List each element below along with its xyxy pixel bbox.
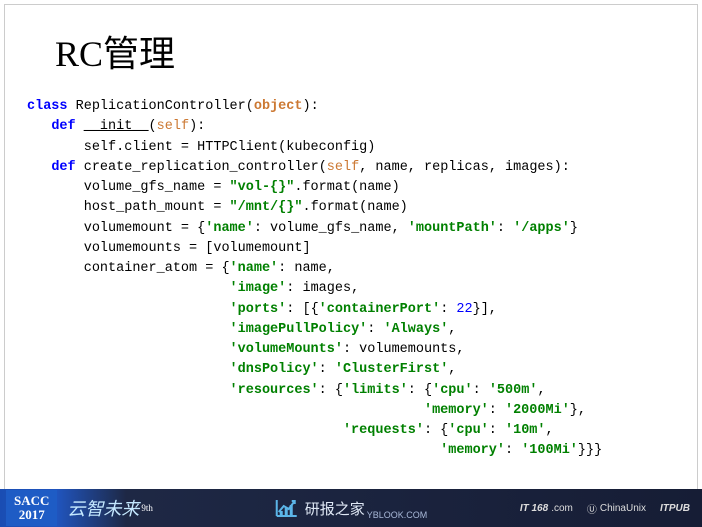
code-text: },: [570, 403, 586, 418]
init-body: self.client = HTTPClient(kubeconfig): [84, 140, 376, 155]
dict-key: 'containerPort': [319, 302, 441, 317]
dict-key: 'cpu': [432, 383, 473, 398]
footer-right-logos: IT 168.com Ⓤ ChinaUnix ITPUB: [520, 501, 690, 516]
code-text: ,: [546, 423, 554, 438]
itpub-logo: ITPUB: [660, 503, 690, 514]
chart-icon: [275, 498, 299, 518]
code-text: }],: [473, 302, 497, 317]
code-text: .format(name): [294, 180, 399, 195]
code-text: :: [497, 221, 513, 236]
footer-center-logo: 研报之家 YBLOOK.COM: [275, 496, 428, 520]
code-text: : [{: [286, 302, 318, 317]
code-text: volumemounts = [volumemount]: [84, 241, 311, 256]
chinaunix-logo: Ⓤ ChinaUnix: [587, 501, 646, 516]
init-method: __init__: [84, 119, 149, 134]
param-self: self: [327, 160, 359, 175]
footer-center-sub: YBLOOK.COM: [367, 510, 428, 520]
code-text: host_path_mount =: [84, 200, 230, 215]
footer-th: 9th: [141, 503, 153, 513]
it168-text: IT 168: [520, 503, 548, 514]
code-text: }: [570, 221, 578, 236]
code-text: : volume_gfs_name,: [254, 221, 408, 236]
dict-key: 'imagePullPolicy': [230, 322, 368, 337]
string-literal: 'ClusterFirst': [335, 362, 448, 377]
code-text: : images,: [286, 281, 359, 296]
code-text: volumemount = {: [84, 221, 206, 236]
sacc-logo: SACC 2017: [6, 490, 57, 527]
class-name: ReplicationController: [76, 99, 246, 114]
func-params: , name, replicas, images: [359, 160, 553, 175]
code-text: :: [473, 383, 489, 398]
footer-bar: SACC 2017 云智未来 9th 研报之家 YBLOOK.COM IT 16…: [0, 489, 702, 527]
dict-key: 'image': [230, 281, 287, 296]
dict-key: 'resources': [230, 383, 319, 398]
footer-chinese-text: 云智未来: [67, 495, 139, 521]
slide-container: RC管理 class ReplicationController(object)…: [4, 4, 698, 523]
code-block: class ReplicationController(object): def…: [5, 77, 697, 462]
code-text: :: [367, 322, 383, 337]
it168-suffix: .com: [551, 503, 573, 514]
string-literal: "vol-{}": [230, 180, 295, 195]
it168-logo: IT 168.com: [520, 503, 573, 514]
code-text: ,: [448, 322, 456, 337]
sacc-text: SACC: [14, 494, 49, 508]
code-text: : {: [424, 423, 448, 438]
string-literal: '/apps': [513, 221, 570, 236]
code-text: ,: [537, 383, 545, 398]
chinaunix-text: ChinaUnix: [600, 503, 646, 514]
string-literal: '500m': [489, 383, 538, 398]
param-self: self: [157, 119, 189, 134]
keyword-class: class: [27, 99, 68, 114]
code-text: :: [319, 362, 335, 377]
slide-title: RC管理: [5, 5, 697, 77]
code-text: : volumemounts,: [343, 342, 465, 357]
code-text: ,: [448, 362, 456, 377]
dict-key: 'volumeMounts': [230, 342, 343, 357]
code-text: : name,: [278, 261, 335, 276]
dict-key: 'cpu': [448, 423, 489, 438]
keyword-def: def: [51, 160, 75, 175]
dict-key: 'requests': [343, 423, 424, 438]
func-name: create_replication_controller: [84, 160, 319, 175]
string-literal: "/mnt/{}": [230, 200, 303, 215]
dict-key: 'dnsPolicy': [230, 362, 319, 377]
dict-key: 'name': [230, 261, 279, 276]
sacc-year: 2017: [14, 508, 49, 522]
string-literal: 'Always': [383, 322, 448, 337]
keyword-object: object: [254, 99, 303, 114]
code-text: }}}: [578, 443, 602, 458]
string-literal: '2000Mi': [505, 403, 570, 418]
code-text: volume_gfs_name =: [84, 180, 230, 195]
code-text: : {: [319, 383, 343, 398]
code-text: :: [489, 403, 505, 418]
dict-key: 'name': [205, 221, 254, 236]
code-text: .format(name): [302, 200, 407, 215]
keyword-def: def: [51, 119, 75, 134]
code-text: :: [440, 302, 456, 317]
code-text: :: [489, 423, 505, 438]
dict-key: 'limits': [343, 383, 408, 398]
dict-key: 'ports': [230, 302, 287, 317]
dict-key: 'memory': [440, 443, 505, 458]
string-literal: '100Mi': [521, 443, 578, 458]
dict-key: 'mountPath': [408, 221, 497, 236]
number-literal: 22: [456, 302, 472, 317]
code-text: :: [505, 443, 521, 458]
dict-key: 'memory': [424, 403, 489, 418]
footer-center-text: 研报之家: [305, 498, 365, 519]
code-text: container_atom = {: [84, 261, 230, 276]
string-literal: '10m': [505, 423, 546, 438]
code-text: : {: [408, 383, 432, 398]
